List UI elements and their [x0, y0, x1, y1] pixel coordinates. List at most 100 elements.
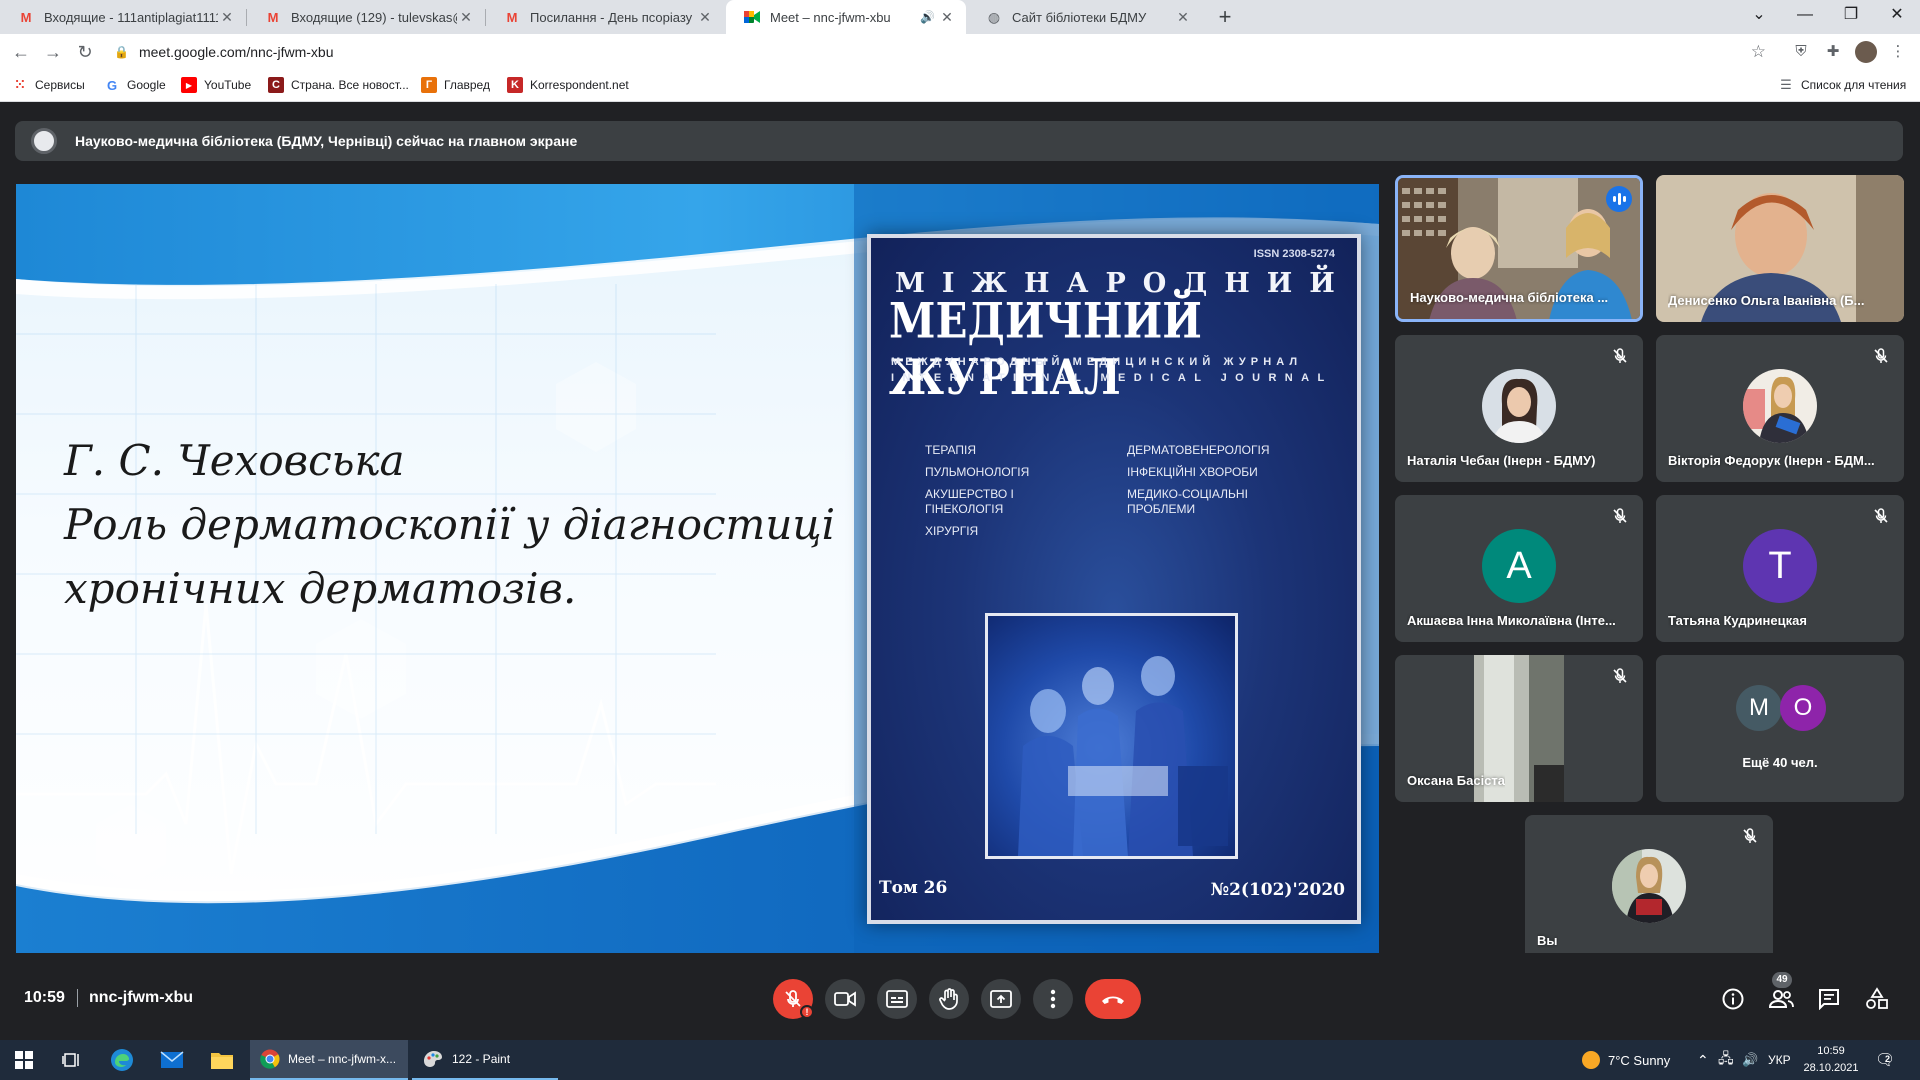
activities-button[interactable] — [1861, 983, 1893, 1015]
tray-overflow-chevron-icon[interactable]: ⌃ — [1697, 1040, 1709, 1080]
mic-off-icon — [1613, 668, 1627, 683]
tab-gmail-1[interactable]: M Входящие - 111antiplagiat1111@ ✕ — [0, 0, 246, 34]
meet-main: Науково-медична бібліотека (БДМУ, Чернів… — [0, 103, 1920, 1040]
leave-call-button[interactable] — [1085, 979, 1141, 1019]
chat-button[interactable] — [1813, 983, 1845, 1015]
people-count-badge: 49 — [1772, 972, 1792, 988]
journal-subtitle-ru: МЕЖДУНАРОДНЫЙ МЕДИЦИНСКИЙ ЖУРНАЛ — [891, 356, 1303, 368]
weather-widget[interactable]: 7°C Sunny — [1582, 1040, 1670, 1080]
activities-shapes-icon — [1866, 987, 1888, 1009]
participant-tile-denysenko[interactable]: Денисенко Ольга Іванівна (Б... — [1656, 175, 1904, 322]
tab-gmail-2[interactable]: M Входящие (129) - tulevskas@gm ✕ — [247, 0, 485, 34]
participant-tile-fedoruk[interactable]: Вікторія Федорук (Інерн - БДМ... — [1656, 335, 1904, 482]
strana-icon: С — [268, 77, 284, 93]
raise-hand-button[interactable] — [929, 979, 969, 1019]
network-icon[interactable]: 🖧 — [1718, 1040, 1734, 1080]
globe-icon: ◍ — [987, 8, 1001, 25]
captions-button[interactable] — [877, 979, 917, 1019]
youtube-icon: ▶ — [181, 77, 197, 93]
korrespondent-icon: K — [507, 77, 523, 93]
present-screen-icon — [990, 990, 1012, 1008]
bookmark-youtube[interactable]: ▶ YouTube — [181, 70, 251, 100]
participant-tile-cheban[interactable]: Наталія Чебан (Інерн - БДМУ) — [1395, 335, 1643, 482]
tab-meet-active[interactable]: Meet – nnc-jfwm-xbu 🔊 ✕ — [726, 0, 966, 34]
mic-warning-badge: ! — [800, 1005, 814, 1019]
more-vertical-icon — [1050, 989, 1056, 1009]
edge-browser-icon[interactable] — [98, 1040, 146, 1080]
tab-library-site[interactable]: ◍ Сайт бібліотеки БДМУ ✕ — [968, 0, 1202, 34]
bookmark-glavred[interactable]: Г Главред — [421, 70, 490, 100]
close-tab-icon[interactable]: ✕ — [696, 9, 714, 26]
more-participants-label: Ещё 40 чел. — [1742, 755, 1818, 770]
raise-hand-icon — [939, 988, 958, 1010]
journal-volume: Том 26 — [879, 878, 948, 898]
bookmark-apps[interactable]: ⁙ Сервисы — [12, 70, 85, 100]
close-tab-icon[interactable]: ✕ — [938, 9, 956, 26]
reading-list-icon: ☰ — [1780, 77, 1792, 92]
more-options-button[interactable] — [1033, 979, 1073, 1019]
clock[interactable]: 10:59 28.10.2021 — [1800, 1043, 1862, 1077]
minimize-icon[interactable]: — — [1782, 0, 1828, 34]
participant-tile-library[interactable]: Науково-медична бібліотека ... — [1395, 175, 1643, 322]
participant-tile-akshaieva[interactable]: A Акшаєва Інна Миколаївна (Інте... — [1395, 495, 1643, 642]
participant-initial-avatar: A — [1482, 528, 1556, 603]
bookmark-star-icon[interactable]: ☆ — [1751, 42, 1766, 62]
participant-initial-avatar: O — [1780, 685, 1826, 731]
taskbar-chrome-meet[interactable]: Meet – nnc-jfwm-x... — [250, 1040, 408, 1080]
present-screen-button[interactable] — [981, 979, 1021, 1019]
mic-off-icon — [1743, 828, 1757, 843]
profile-avatar[interactable] — [1855, 41, 1877, 63]
extensions-puzzle-icon[interactable]: ✚ — [1823, 42, 1843, 62]
shield-extension-icon[interactable]: ⛨ — [1791, 42, 1811, 62]
forward-arrow-icon[interactable]: → — [40, 39, 66, 65]
people-icon — [1768, 990, 1794, 1008]
close-window-icon[interactable]: ✕ — [1874, 0, 1920, 34]
participant-tile-self[interactable]: Вы — [1525, 815, 1773, 962]
taskbar-paint[interactable]: 122 - Paint — [412, 1040, 558, 1080]
presenting-banner: Науково-медична бібліотека (БДМУ, Чернів… — [15, 121, 1903, 161]
back-arrow-icon[interactable]: ← — [8, 39, 34, 65]
participant-tile-kudrynetska[interactable]: T Татьяна Кудринецкая — [1656, 495, 1904, 642]
close-tab-icon[interactable]: ✕ — [218, 9, 236, 26]
gmail-icon: M — [20, 9, 32, 25]
close-tab-icon[interactable]: ✕ — [1174, 9, 1192, 26]
mic-off-icon — [1874, 348, 1888, 363]
journal-issn: ISSN 2308-5274 — [1253, 248, 1335, 260]
bookmark-korrespondent[interactable]: K Korrespondent.net — [507, 70, 629, 100]
participant-avatar — [1482, 368, 1556, 443]
reload-icon[interactable]: ↻ — [72, 39, 98, 65]
slide-title-text: Г. С. Чеховська Роль дерматоскопії у діа… — [64, 429, 835, 621]
shared-screen[interactable]: Г. С. Чеховська Роль дерматоскопії у діа… — [16, 184, 1379, 953]
windows-taskbar: Meet – nnc-jfwm-x... 122 - Paint 7°C Sun… — [0, 1040, 1920, 1080]
gmail-icon: M — [506, 9, 518, 25]
participant-tile-basista[interactable]: Оксана Басіста — [1395, 655, 1643, 802]
input-language-indicator[interactable]: УКР — [1768, 1040, 1791, 1080]
new-tab-button[interactable]: + — [1212, 4, 1238, 30]
camera-toggle-button[interactable] — [825, 979, 865, 1019]
google-icon: G — [106, 77, 118, 93]
file-explorer-icon[interactable] — [198, 1040, 246, 1080]
presenter-avatar — [31, 128, 57, 154]
bookmark-strana[interactable]: С Страна. Все новост... — [268, 70, 409, 100]
journal-cover-photo — [985, 613, 1238, 859]
volume-icon[interactable]: 🔊 — [1742, 1040, 1758, 1080]
restore-icon[interactable]: ❐ — [1828, 0, 1874, 34]
mail-icon[interactable] — [148, 1040, 196, 1080]
bookmark-google[interactable]: G Google — [104, 70, 166, 100]
action-center-button[interactable]: 🗨 2 — [1875, 1040, 1895, 1080]
journal-subtitle-en: INTERNATIONAL MEDICAL JOURNAL — [891, 372, 1333, 384]
reading-list[interactable]: ☰ Список для чтения — [1778, 70, 1906, 100]
close-tab-icon[interactable]: ✕ — [457, 9, 475, 26]
speaker-icon[interactable]: 🔊 — [920, 10, 938, 24]
lock-icon[interactable]: 🔒 — [114, 45, 129, 59]
meeting-details-button[interactable] — [1717, 983, 1749, 1015]
journal-sections-left: ТЕРАПІЯ ПУЛЬМОНОЛОГІЯ АКУШЕРСТВО І ГІНЕК… — [925, 443, 1030, 538]
address-bar[interactable]: 🔒 meet.google.com/nnc-jfwm-xbu ☆ — [110, 38, 1774, 66]
windows-start-icon[interactable] — [0, 1040, 48, 1080]
tab-gmail-3[interactable]: M Посилання - День псоріазу - tul ✕ — [486, 0, 724, 34]
journal-cover: ISSN 2308-5274 МІЖНАРОДНИЙ МЕДИЧНИЙ ЖУРН… — [867, 234, 1361, 924]
participant-tile-others[interactable]: M O Ещё 40 чел. — [1656, 655, 1904, 802]
tab-search-chevron-icon[interactable]: ⌄ — [1736, 0, 1782, 34]
chrome-menu-icon[interactable]: ⋮ — [1888, 42, 1908, 62]
task-view-icon[interactable] — [48, 1040, 96, 1080]
